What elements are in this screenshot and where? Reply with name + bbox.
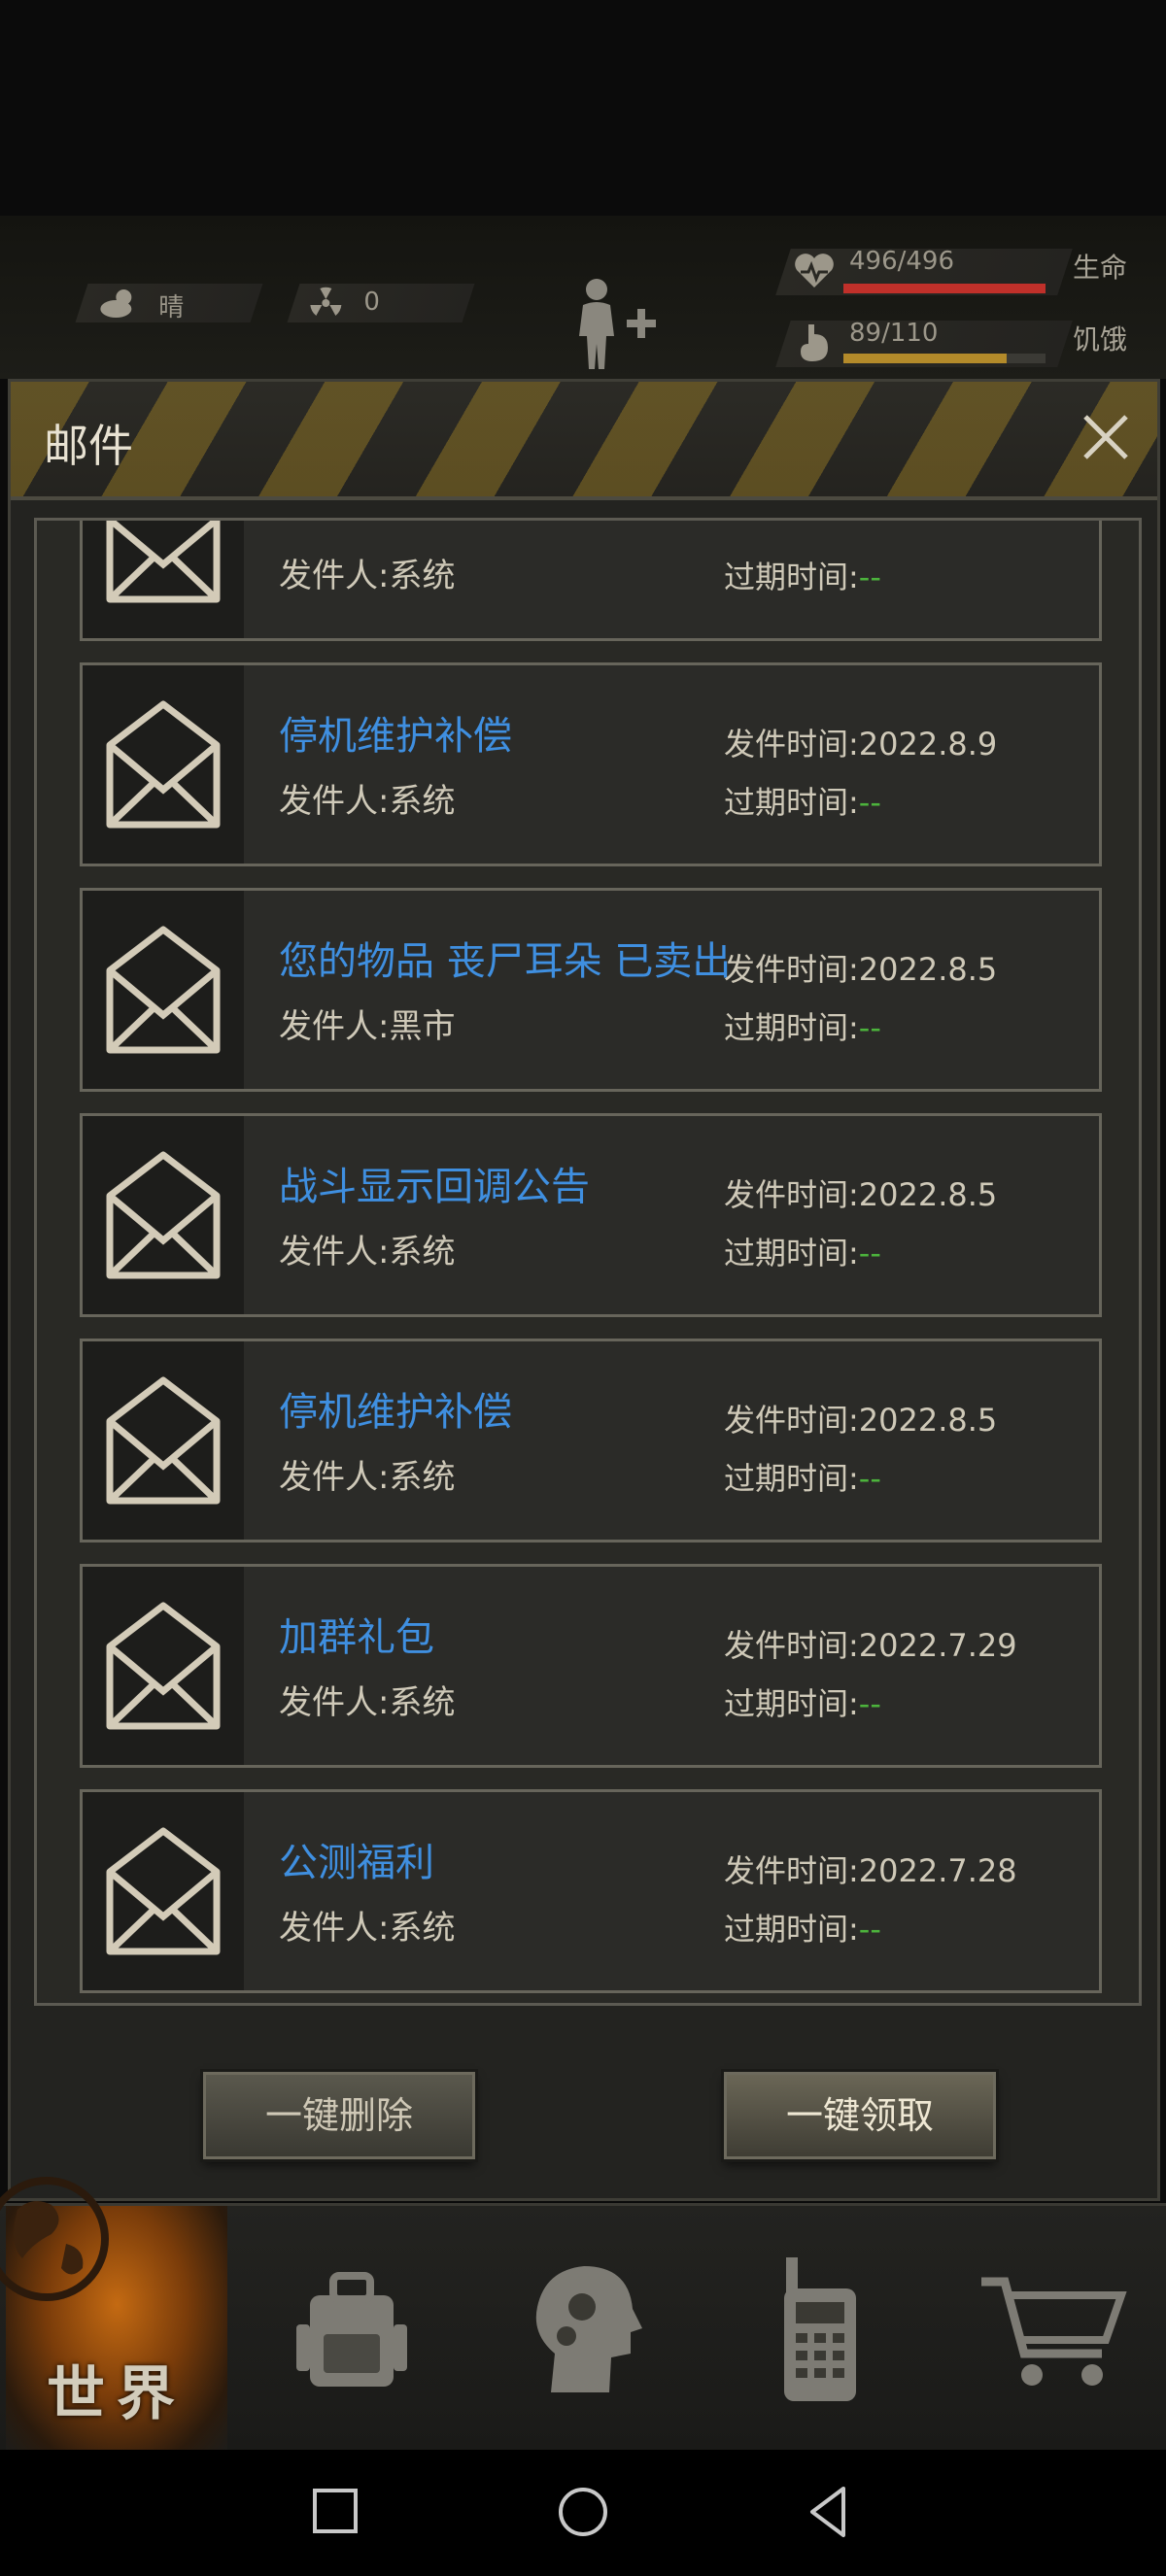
weather-pill: 晴	[75, 284, 263, 324]
radiation-value: 0	[363, 288, 380, 317]
heart-icon	[793, 251, 836, 293]
delete-all-button[interactable]: 一键删除	[203, 2072, 475, 2159]
mail-sent-time: 发件时间:2022.7.29	[724, 1627, 1017, 1664]
mail-panel: 邮件 发件人:系统 过期时间:-- 停机维护补偿 发件人:系统 发件时间:2022.8.…	[8, 379, 1160, 2201]
mail-title: 停机维护补偿	[279, 1390, 512, 1435]
mail-item[interactable]: 加群礼包发件人:系统 发件时间:2022.7.29 过期时间:--	[80, 1564, 1102, 1768]
mail-expire-label: 过期时间:	[724, 1009, 859, 1046]
mail-title: 战斗显示回调公告	[279, 1165, 590, 1209]
mail-icon-cell	[83, 521, 244, 638]
mail-expire-label: 过期时间:	[724, 784, 859, 821]
mail-item[interactable]: 战斗显示回调公告发件人:系统 发件时间:2022.8.5 过期时间:--	[80, 1113, 1102, 1317]
mail-title: 您的物品 丧尸耳朵 已卖出	[279, 939, 732, 984]
mail-item[interactable]: 停机维护补偿发件人:系统 发件时间:2022.8.9 过期时间:--	[80, 662, 1102, 866]
mail-expire-time: 过期时间:--	[724, 1003, 881, 1048]
mail-icon-cell	[83, 891, 244, 1089]
mail-sender: 发件人:黑市	[279, 1007, 456, 1046]
mail-expire-time: 过期时间:--	[724, 553, 881, 597]
claim-all-button[interactable]: 一键领取	[724, 2072, 996, 2159]
mail-expire-value: --	[858, 1685, 881, 1722]
mail-expire-value: --	[858, 1009, 881, 1046]
close-button[interactable]	[1076, 407, 1136, 467]
mail-icon-cell	[83, 1116, 244, 1314]
mail-sender: 发件人:系统	[279, 1683, 456, 1722]
mail-item[interactable]: 您的物品 丧尸耳朵 已卖出发件人:黑市 发件时间:2022.8.5 过期时间:--	[80, 888, 1102, 1092]
mail-expire-time: 过期时间:--	[724, 1229, 881, 1273]
mail-sender: 发件人:系统	[279, 557, 456, 595]
system-nav-bar	[0, 2450, 1166, 2576]
mail-expire-time: 过期时间:--	[724, 1454, 881, 1499]
close-icon[interactable]	[1076, 407, 1136, 467]
walkie-talkie-icon	[784, 2257, 856, 2401]
back-icon[interactable]	[803, 2483, 857, 2541]
mail-expire-time: 过期时间:--	[724, 1679, 881, 1724]
mail-title: 加群礼包	[279, 1615, 434, 1660]
panel-title: 邮件	[44, 420, 133, 472]
mail-title: 停机维护补偿	[279, 714, 512, 759]
panel-header: 邮件	[11, 382, 1157, 500]
health-bar	[843, 284, 1046, 293]
mail-expire-label: 过期时间:	[724, 1685, 859, 1722]
health-label: 生命	[1073, 252, 1128, 284]
mail-expire-value: --	[858, 1911, 881, 1948]
mail-icon-cell	[83, 1341, 244, 1540]
nav-shop[interactable]	[941, 2206, 1166, 2453]
weather-text: 晴	[158, 293, 185, 322]
health-value: 496/496	[849, 247, 955, 276]
mail-expire-value: --	[858, 1460, 881, 1497]
shopping-cart-icon	[981, 2277, 1127, 2386]
recent-apps-icon[interactable]	[309, 2483, 363, 2541]
mail-item[interactable]: 发件人:系统 过期时间:--	[80, 521, 1102, 641]
stomach-icon	[795, 322, 834, 367]
mail-sent-time: 发件时间:2022.8.9	[724, 726, 998, 763]
mail-item[interactable]: 停机维护补偿发件人:系统 发件时间:2022.8.5 过期时间:--	[80, 1339, 1102, 1542]
mail-sender: 发件人:系统	[279, 1233, 456, 1271]
mail-sender: 发件人:系统	[279, 782, 456, 821]
nav-radio[interactable]	[707, 2206, 933, 2453]
mail-title: 公测福利	[279, 1841, 434, 1885]
mail-icon-cell	[83, 1792, 244, 1990]
mail-expire-value: --	[858, 559, 881, 595]
mail-item[interactable]: 公测福利发件人:系统 发件时间:2022.7.28 过期时间:--	[80, 1789, 1102, 1993]
hunger-bar	[843, 354, 1046, 363]
mail-list-frame[interactable]: 发件人:系统 过期时间:-- 停机维护补偿 发件人:系统 发件时间:2022.8.9 过期…	[34, 518, 1142, 2006]
mail-sender: 发件人:系统	[279, 1458, 456, 1497]
mail-expire-value: --	[858, 784, 881, 821]
mail-expire-value: --	[858, 1235, 881, 1271]
mail-expire-label: 过期时间:	[724, 559, 859, 595]
mail-sent-time: 发件时间:2022.7.28	[724, 1852, 1017, 1889]
mail-sent-time: 发件时间:2022.8.5	[724, 951, 998, 988]
mail-expire-label: 过期时间:	[724, 1911, 859, 1948]
mail-expire-time: 过期时间:--	[724, 778, 881, 823]
nav-world-label: 世界	[47, 2360, 187, 2428]
character-heal-icon[interactable]	[564, 276, 672, 377]
head-gears-icon	[535, 2266, 642, 2392]
radiation-icon	[308, 286, 343, 324]
nav-world[interactable]: 世界	[0, 2177, 227, 2453]
nav-backpack[interactable]	[239, 2206, 464, 2453]
status-bar: 晴 0 496/496 生命 89/110 饥饿	[0, 216, 1166, 379]
weather-cloud-icon	[98, 286, 141, 324]
nav-skills[interactable]	[472, 2206, 698, 2453]
mail-sent-time: 发件时间:2022.8.5	[724, 1402, 998, 1439]
hunger-value: 89/110	[849, 319, 939, 348]
backpack-icon	[296, 2272, 407, 2387]
radiation-pill: 0	[287, 284, 475, 324]
bottom-nav: 世界	[0, 2177, 1166, 2453]
mail-icon-cell	[83, 1567, 244, 1765]
mail-expire-label: 过期时间:	[724, 1460, 859, 1497]
mail-expire-time: 过期时间:--	[724, 1905, 881, 1949]
mail-icon-cell	[83, 665, 244, 864]
mail-sender: 发件人:系统	[279, 1909, 456, 1948]
hunger-label: 饥饿	[1073, 323, 1128, 356]
mail-sent-time: 发件时间:2022.8.5	[724, 1176, 998, 1213]
mail-expire-label: 过期时间:	[724, 1235, 859, 1271]
home-icon[interactable]	[554, 2483, 612, 2541]
